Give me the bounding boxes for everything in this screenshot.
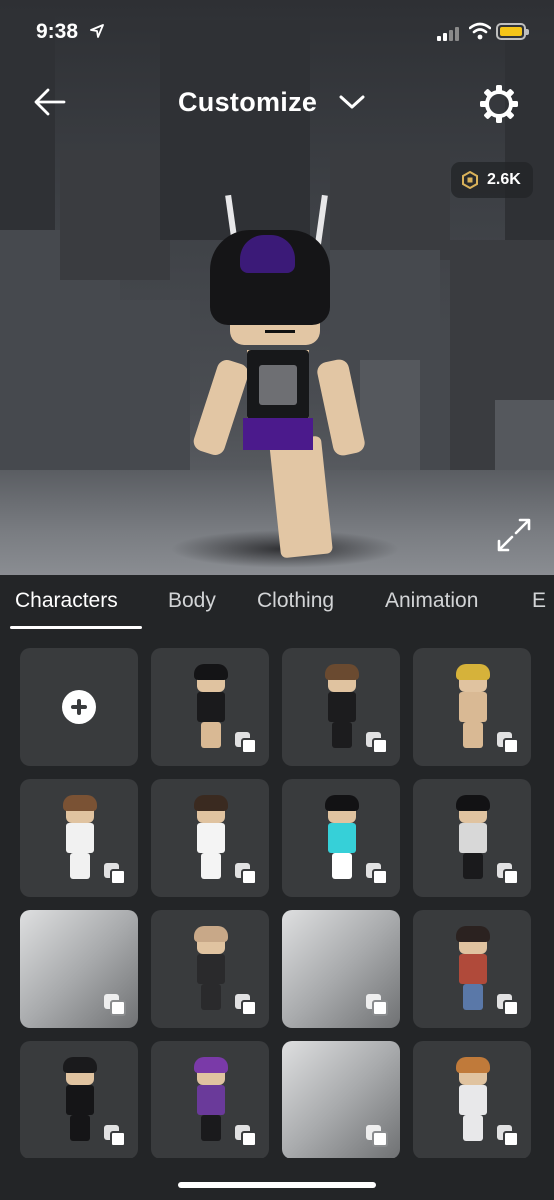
battery-icon <box>496 23 529 40</box>
duplicate-icon[interactable] <box>497 732 519 754</box>
page-title: Customize <box>178 86 318 117</box>
avatar-model <box>185 190 375 560</box>
cellular-signal-icon <box>437 25 463 41</box>
expand-view-button[interactable] <box>494 515 534 555</box>
character-tile[interactable] <box>20 779 138 897</box>
character-tile[interactable] <box>413 1041 531 1158</box>
duplicate-icon[interactable] <box>235 863 257 885</box>
chevron-down-icon <box>339 95 365 109</box>
duplicate-icon[interactable] <box>104 1125 126 1147</box>
character-thumbnail <box>191 795 231 881</box>
character-thumbnail <box>322 795 362 881</box>
category-tabs: Characters Body Clothing Animation E <box>0 575 554 631</box>
duplicate-icon[interactable] <box>366 994 388 1016</box>
plus-circle-icon <box>62 690 96 724</box>
create-character-button[interactable] <box>20 648 138 766</box>
duplicate-icon[interactable] <box>497 994 519 1016</box>
duplicate-icon[interactable] <box>366 732 388 754</box>
character-tile[interactable] <box>282 648 400 766</box>
tab-body[interactable]: Body <box>168 589 216 613</box>
active-tab-indicator <box>10 626 142 629</box>
status-time: 9:38 <box>36 20 79 43</box>
tab-animation[interactable]: Animation <box>385 589 478 613</box>
character-tile[interactable] <box>20 1041 138 1158</box>
status-bar: 9:38 <box>0 0 554 62</box>
tab-clothing[interactable]: Clothing <box>257 589 334 613</box>
character-tile[interactable] <box>413 648 531 766</box>
duplicate-icon[interactable] <box>497 863 519 885</box>
character-thumbnail <box>60 795 100 881</box>
settings-button[interactable] <box>477 82 521 126</box>
character-tile[interactable] <box>151 648 269 766</box>
location-arrow-icon <box>90 24 104 38</box>
character-thumbnail <box>191 926 231 1012</box>
robux-balance[interactable]: 2.6K <box>451 162 533 198</box>
characters-grid <box>20 648 532 1158</box>
duplicate-icon[interactable] <box>366 863 388 885</box>
character-tile[interactable] <box>413 910 531 1028</box>
character-thumbnail <box>453 795 493 881</box>
character-thumbnail <box>191 1057 231 1143</box>
tab-emotes[interactable]: E <box>532 589 546 613</box>
duplicate-icon[interactable] <box>235 732 257 754</box>
character-tile[interactable] <box>282 910 400 1028</box>
back-button[interactable] <box>30 82 70 122</box>
character-tile[interactable] <box>151 910 269 1028</box>
character-thumbnail <box>453 926 493 1012</box>
gear-icon <box>480 85 518 123</box>
duplicate-icon[interactable] <box>104 994 126 1016</box>
wifi-icon <box>469 22 491 40</box>
robux-icon <box>462 171 478 189</box>
home-indicator[interactable] <box>178 1182 376 1188</box>
character-thumbnail <box>191 664 231 750</box>
character-tile[interactable] <box>151 779 269 897</box>
tab-characters[interactable]: Characters <box>15 589 118 613</box>
duplicate-icon[interactable] <box>235 1125 257 1147</box>
character-tile[interactable] <box>20 910 138 1028</box>
robux-amount: 2.6K <box>487 171 521 188</box>
character-thumbnail <box>453 1057 493 1143</box>
character-thumbnail <box>322 664 362 750</box>
character-thumbnail <box>60 1057 100 1143</box>
arrow-left-icon <box>34 88 66 116</box>
expand-arrows-icon <box>497 518 531 552</box>
customize-dropdown[interactable]: Customize <box>178 82 365 122</box>
duplicate-icon[interactable] <box>366 1125 388 1147</box>
duplicate-icon[interactable] <box>235 994 257 1016</box>
duplicate-icon[interactable] <box>104 863 126 885</box>
header: Customize <box>0 70 554 134</box>
character-tile[interactable] <box>413 779 531 897</box>
character-tile[interactable] <box>282 779 400 897</box>
character-tile[interactable] <box>282 1041 400 1158</box>
duplicate-icon[interactable] <box>497 1125 519 1147</box>
character-tile[interactable] <box>151 1041 269 1158</box>
character-thumbnail <box>453 664 493 750</box>
